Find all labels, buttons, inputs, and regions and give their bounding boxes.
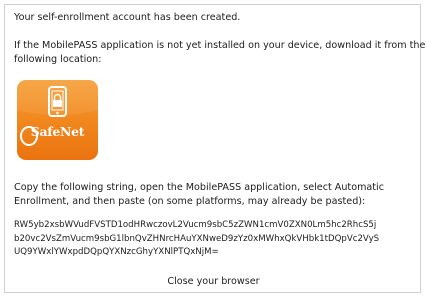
install-instruction-line-2: following location:	[14, 54, 102, 65]
mobile-phone-lock-icon	[17, 80, 98, 146]
enrollment-string-line-2: b20vc2VsZmVucm9sbG1lbnQvZHNrcHAuYXNweD9z…	[14, 233, 380, 244]
enrollment-string-line-1: RW5yb2xsbWVudFVSTD1odHRwczovL2Vucm9sbC5z…	[14, 220, 377, 230]
mobilepass-download-link[interactable]: SafeNet	[17, 80, 98, 160]
close-browser-link[interactable]: Close your browser	[0, 275, 427, 289]
install-instruction-line-1: If the MobilePASS application is not yet…	[14, 40, 426, 51]
enrollment-string-line-3: UQ9YWxlYWxpdDQpQYXNzcGhyYXNlPTQxNjM=	[14, 247, 219, 257]
copy-instruction-line-1: Copy the following string, open the Mobi…	[14, 182, 384, 193]
copy-instruction-line-2: Enrollment, and then paste (on some plat…	[14, 196, 366, 207]
enrollment-string[interactable]: RW5yb2xsbWVudFVSTD1odHRwczovL2Vucm9sbC5z…	[14, 219, 414, 260]
account-created-message: Your self-enrollment account has been cr…	[14, 12, 241, 23]
safenet-logo-text: SafeNet	[30, 124, 85, 139]
